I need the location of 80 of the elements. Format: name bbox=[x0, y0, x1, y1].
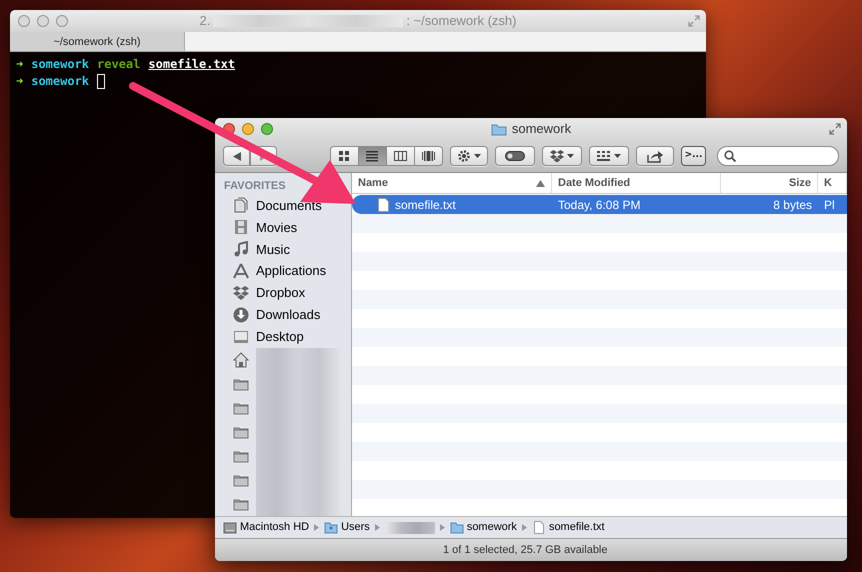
gear-icon bbox=[457, 149, 471, 163]
sidebar-item[interactable]: Desktop bbox=[215, 326, 351, 348]
pill-icon bbox=[505, 151, 525, 161]
document-icon bbox=[378, 198, 389, 212]
argument-text: somefile.txt bbox=[148, 56, 236, 73]
grid-icon bbox=[338, 150, 351, 162]
prompt-arrow: ➜ bbox=[16, 56, 24, 73]
chevron-icon bbox=[522, 524, 527, 531]
size-cell-text: 8 bytes bbox=[772, 196, 813, 214]
prompt-directory: somework bbox=[31, 56, 90, 73]
back-button[interactable] bbox=[223, 146, 250, 166]
prompt-directory: somework bbox=[31, 73, 90, 90]
sidebar-heading: FAVORITES bbox=[223, 179, 287, 194]
download-icon bbox=[233, 307, 249, 324]
cover-flow-icon bbox=[422, 150, 435, 162]
window-title: 2. bbox=[199, 12, 210, 30]
column-header[interactable]: K bbox=[818, 173, 847, 193]
sidebar-item[interactable]: Downloads bbox=[215, 304, 351, 326]
back-arrow-icon bbox=[232, 152, 240, 160]
status-text: 1 of 1 selected, 25.7 GB available bbox=[215, 538, 847, 561]
folder-icon bbox=[490, 122, 507, 136]
caret-icon bbox=[567, 154, 574, 158]
columns-icon bbox=[394, 150, 407, 162]
window-title: somework bbox=[512, 120, 572, 138]
sidebar-item[interactable]: Dropbox bbox=[215, 282, 351, 304]
column-header[interactable]: Size bbox=[721, 173, 818, 193]
chevron-icon bbox=[374, 524, 380, 531]
zoom-button[interactable] bbox=[261, 123, 273, 135]
date-cell-text: Today, 6:08 PM bbox=[557, 196, 642, 214]
arrange-button[interactable] bbox=[589, 146, 629, 166]
dropbox-icon bbox=[550, 150, 564, 162]
toggle-button[interactable] bbox=[495, 146, 535, 166]
view-button[interactable] bbox=[330, 146, 359, 166]
documents-icon bbox=[233, 197, 249, 214]
sidebar-item[interactable]: Music bbox=[215, 238, 351, 260]
search-icon bbox=[724, 150, 736, 162]
applications-icon bbox=[233, 263, 249, 280]
command-text: reveal bbox=[97, 56, 140, 73]
file-row[interactable]: somefile.txt Today, 6:08 PM 8 bytes Pl bbox=[352, 195, 847, 214]
caret-icon bbox=[614, 154, 621, 158]
sidebar-item[interactable]: Documents bbox=[215, 194, 351, 216]
desktop-icon bbox=[233, 328, 249, 345]
redacted-block bbox=[384, 522, 435, 534]
caret-icon bbox=[474, 154, 481, 158]
view-button[interactable] bbox=[386, 146, 415, 166]
fullscreen-icon bbox=[829, 123, 841, 135]
document-icon bbox=[532, 520, 546, 534]
share-icon bbox=[647, 150, 663, 162]
path-item[interactable]: Users bbox=[324, 519, 370, 536]
sidebar-item[interactable]: Applications bbox=[215, 260, 351, 282]
fullscreen-icon bbox=[688, 15, 700, 27]
music-note-icon bbox=[233, 241, 249, 258]
column-header[interactable]: Name bbox=[352, 173, 552, 193]
terminal-button[interactable]: >... bbox=[681, 146, 706, 166]
minimize-button[interactable] bbox=[242, 123, 254, 135]
chevron-icon bbox=[314, 524, 320, 531]
path-item[interactable]: somefile.txt bbox=[532, 519, 605, 536]
kind-cell-text: Pl bbox=[823, 196, 836, 214]
prompt-arrow: ➜ bbox=[16, 73, 24, 90]
terminal-tab[interactable]: ~/somework (zsh) bbox=[10, 32, 185, 51]
search-field[interactable] bbox=[717, 146, 839, 166]
list-icon bbox=[366, 150, 379, 162]
view-button[interactable] bbox=[414, 146, 443, 166]
path-item[interactable]: Macintosh HD bbox=[223, 519, 310, 536]
action-button[interactable] bbox=[450, 146, 488, 166]
film-strip-icon bbox=[233, 219, 249, 236]
path-item[interactable]: somework bbox=[450, 519, 517, 536]
view-button[interactable] bbox=[358, 146, 387, 166]
users-folder-icon bbox=[324, 520, 338, 534]
dropbox-button[interactable] bbox=[542, 146, 582, 166]
sidebar-item[interactable]: Movies bbox=[215, 216, 351, 238]
grid-icon bbox=[597, 151, 611, 161]
chevron-icon bbox=[440, 524, 445, 531]
file-name: somefile.txt bbox=[395, 196, 456, 214]
column-header[interactable]: Date Modified bbox=[552, 173, 721, 193]
window-title: : ~/somework (zsh) bbox=[406, 12, 516, 30]
share-button[interactable] bbox=[636, 146, 674, 166]
folder-icon bbox=[450, 520, 464, 534]
dropbox-icon bbox=[233, 285, 249, 302]
house-icon bbox=[233, 352, 249, 368]
